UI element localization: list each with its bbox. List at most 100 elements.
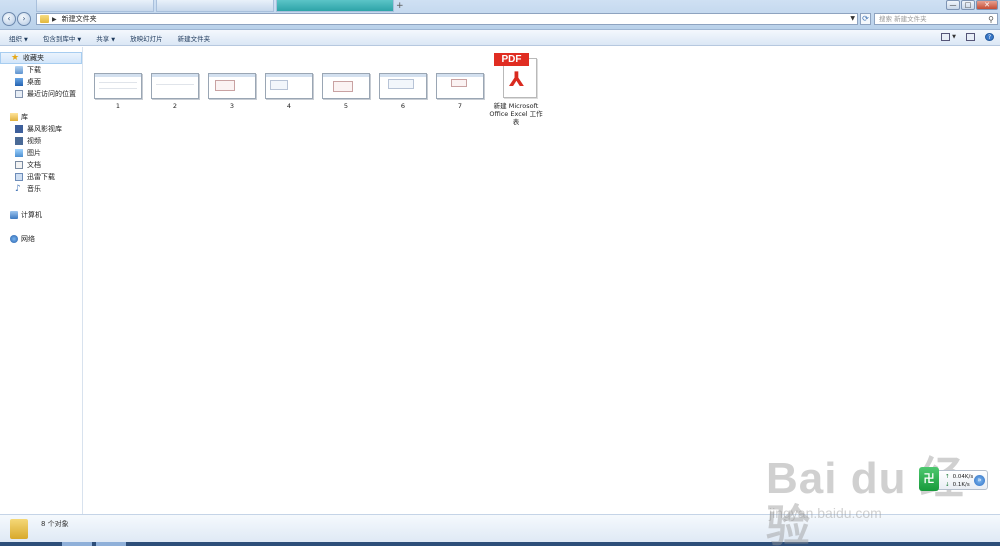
image-thumbnail <box>94 73 142 99</box>
taskbar-item[interactable] <box>96 542 126 546</box>
sidebar-item-recent-places[interactable]: 最近访问的位置 <box>0 88 82 100</box>
file-item[interactable]: 3 <box>208 73 256 110</box>
address-bar[interactable]: ▶ 新建文件夹 ▼ <box>36 13 858 25</box>
computer-group: 计算机 <box>0 209 82 221</box>
background-tabs <box>36 0 396 12</box>
pictures-icon <box>15 149 23 157</box>
network-group: 网络 <box>0 233 82 245</box>
pdf-file-icon: PDF ⅄ <box>493 52 539 98</box>
network-icon <box>10 235 18 243</box>
sidebar-item-storm-library[interactable]: 暴风影视库 <box>0 123 82 135</box>
file-item[interactable]: 7 <box>436 73 484 110</box>
command-toolbar: 组织 ▼ 包含到库中 ▼ 共享 ▼ 放映幻灯片 新建文件夹 ▼ ? <box>0 30 1000 46</box>
file-item[interactable]: 2 <box>151 73 199 110</box>
address-path: 新建文件夹 <box>61 15 97 23</box>
thunder-download-icon <box>15 173 23 181</box>
watermark-url: jingyan.baidu.com <box>769 505 882 521</box>
music-icon: ♪ <box>15 184 21 194</box>
navigation-pane: ★ 收藏夹 下载 桌面 最近访问的位置 库 暴风影视库 视频 图片 文档 迅雷下… <box>0 47 83 514</box>
image-thumbnail <box>436 73 484 99</box>
network-speed-widget[interactable]: 卍 ↑ 0.04K/s ↓ 0.1K/s » <box>919 467 988 491</box>
favorites-group: ★ 收藏夹 下载 桌面 最近访问的位置 <box>0 52 82 100</box>
file-name: 1 <box>115 102 121 110</box>
image-thumbnail <box>265 73 313 99</box>
breadcrumb-arrow-icon[interactable]: ▶ <box>52 16 57 23</box>
new-folder-button[interactable]: 新建文件夹 <box>178 33 211 43</box>
caret-down-icon[interactable]: ▼ <box>952 34 956 40</box>
image-thumbnail <box>151 73 199 99</box>
file-name: 新建 Microsoft Office Excel 工作表 <box>489 102 543 126</box>
sidebar-item-videos[interactable]: 视频 <box>0 135 82 147</box>
chevron-down-icon[interactable]: ▼ <box>850 14 855 24</box>
file-name: 3 <box>229 102 235 110</box>
image-thumbnail <box>322 73 370 99</box>
sidebar-item-favorites[interactable]: ★ 收藏夹 <box>0 52 82 64</box>
window-controls: — □ ✕ <box>945 0 998 10</box>
file-item[interactable]: 4 <box>265 73 313 110</box>
sidebar-item-computer[interactable]: 计算机 <box>0 209 82 221</box>
minimize-button[interactable]: — <box>946 0 960 10</box>
title-bar: + — □ ✕ ‹ › ▶ 新建文件夹 ▼ ⟳ 搜索 新建文件夹 ⚲ <box>0 0 1000 30</box>
file-name: 4 <box>286 102 292 110</box>
taskbar-item[interactable] <box>62 542 92 546</box>
forward-button[interactable]: › <box>17 12 31 26</box>
file-name: 7 <box>457 102 463 110</box>
folder-icon <box>40 15 49 23</box>
file-name: 5 <box>343 102 349 110</box>
documents-icon <box>15 161 23 169</box>
desktop-icon <box>15 78 23 86</box>
folder-icon <box>10 519 28 539</box>
library-icon <box>10 113 18 121</box>
caret-down-icon: ▼ <box>77 36 82 43</box>
background-tab-3[interactable] <box>276 0 394 12</box>
sidebar-item-desktop[interactable]: 桌面 <box>0 76 82 88</box>
maximize-button[interactable]: □ <box>961 0 975 10</box>
new-tab-icon[interactable]: + <box>396 1 404 11</box>
nav-buttons: ‹ › <box>2 12 32 26</box>
item-count: 8 个对象 <box>41 520 69 528</box>
refresh-button[interactable]: ⟳ <box>860 13 871 25</box>
search-icon[interactable]: ⚲ <box>988 15 994 25</box>
sidebar-item-downloads[interactable]: 下载 <box>0 64 82 76</box>
downloads-icon <box>15 66 23 74</box>
arrow-up-icon: ↑ <box>945 474 950 480</box>
star-icon: ★ <box>11 52 20 63</box>
organize-button[interactable]: 组织 ▼ <box>9 33 28 43</box>
slideshow-button[interactable]: 放映幻灯片 <box>130 33 163 43</box>
caret-down-icon: ▼ <box>111 36 116 43</box>
include-in-library-button[interactable]: 包含到库中 ▼ <box>43 33 81 43</box>
file-name: 6 <box>400 102 406 110</box>
baidu-watermark: Bai du 经验 jingyan.baidu.com <box>766 455 998 546</box>
sidebar-item-libraries[interactable]: 库 <box>0 111 82 123</box>
libraries-group: 库 暴风影视库 视频 图片 文档 迅雷下载 ♪ 音乐 <box>0 111 82 195</box>
sidebar-item-documents[interactable]: 文档 <box>0 159 82 171</box>
background-tab-2[interactable] <box>156 0 274 12</box>
file-item[interactable]: 5 <box>322 73 370 110</box>
search-placeholder: 搜索 新建文件夹 <box>879 15 927 23</box>
view-options-icon[interactable] <box>941 33 951 41</box>
image-thumbnail <box>208 73 256 99</box>
speedup-icon[interactable]: » <box>974 475 985 486</box>
close-button[interactable]: ✕ <box>976 0 998 10</box>
video-icon <box>15 137 23 145</box>
image-thumbnail <box>379 73 427 99</box>
storm-video-icon <box>15 125 23 133</box>
file-list[interactable]: 1 2 3 4 5 6 7 PDF ⅄ 新建 Microsoft Office … <box>84 47 1000 514</box>
sidebar-item-music[interactable]: ♪ 音乐 <box>0 183 82 195</box>
file-name: 2 <box>172 102 178 110</box>
sidebar-item-thunder-downloads[interactable]: 迅雷下载 <box>0 171 82 183</box>
pdf-file-item[interactable]: PDF ⅄ 新建 Microsoft Office Excel 工作表 <box>488 52 544 126</box>
sidebar-item-pictures[interactable]: 图片 <box>0 147 82 159</box>
share-button[interactable]: 共享 ▼ <box>96 33 115 43</box>
file-item[interactable]: 6 <box>379 73 427 110</box>
pdf-badge: PDF <box>494 53 529 66</box>
search-input[interactable]: 搜索 新建文件夹 ⚲ <box>874 13 998 25</box>
acrobat-logo-icon: ⅄ <box>509 67 525 91</box>
background-tab-1[interactable] <box>36 0 154 12</box>
sidebar-item-network[interactable]: 网络 <box>0 233 82 245</box>
file-item[interactable]: 1 <box>94 73 142 110</box>
preview-pane-icon[interactable] <box>966 33 975 41</box>
back-button[interactable]: ‹ <box>2 12 16 26</box>
help-icon[interactable]: ? <box>985 33 994 41</box>
watermark-logo: Bai du 经验 <box>766 454 965 546</box>
